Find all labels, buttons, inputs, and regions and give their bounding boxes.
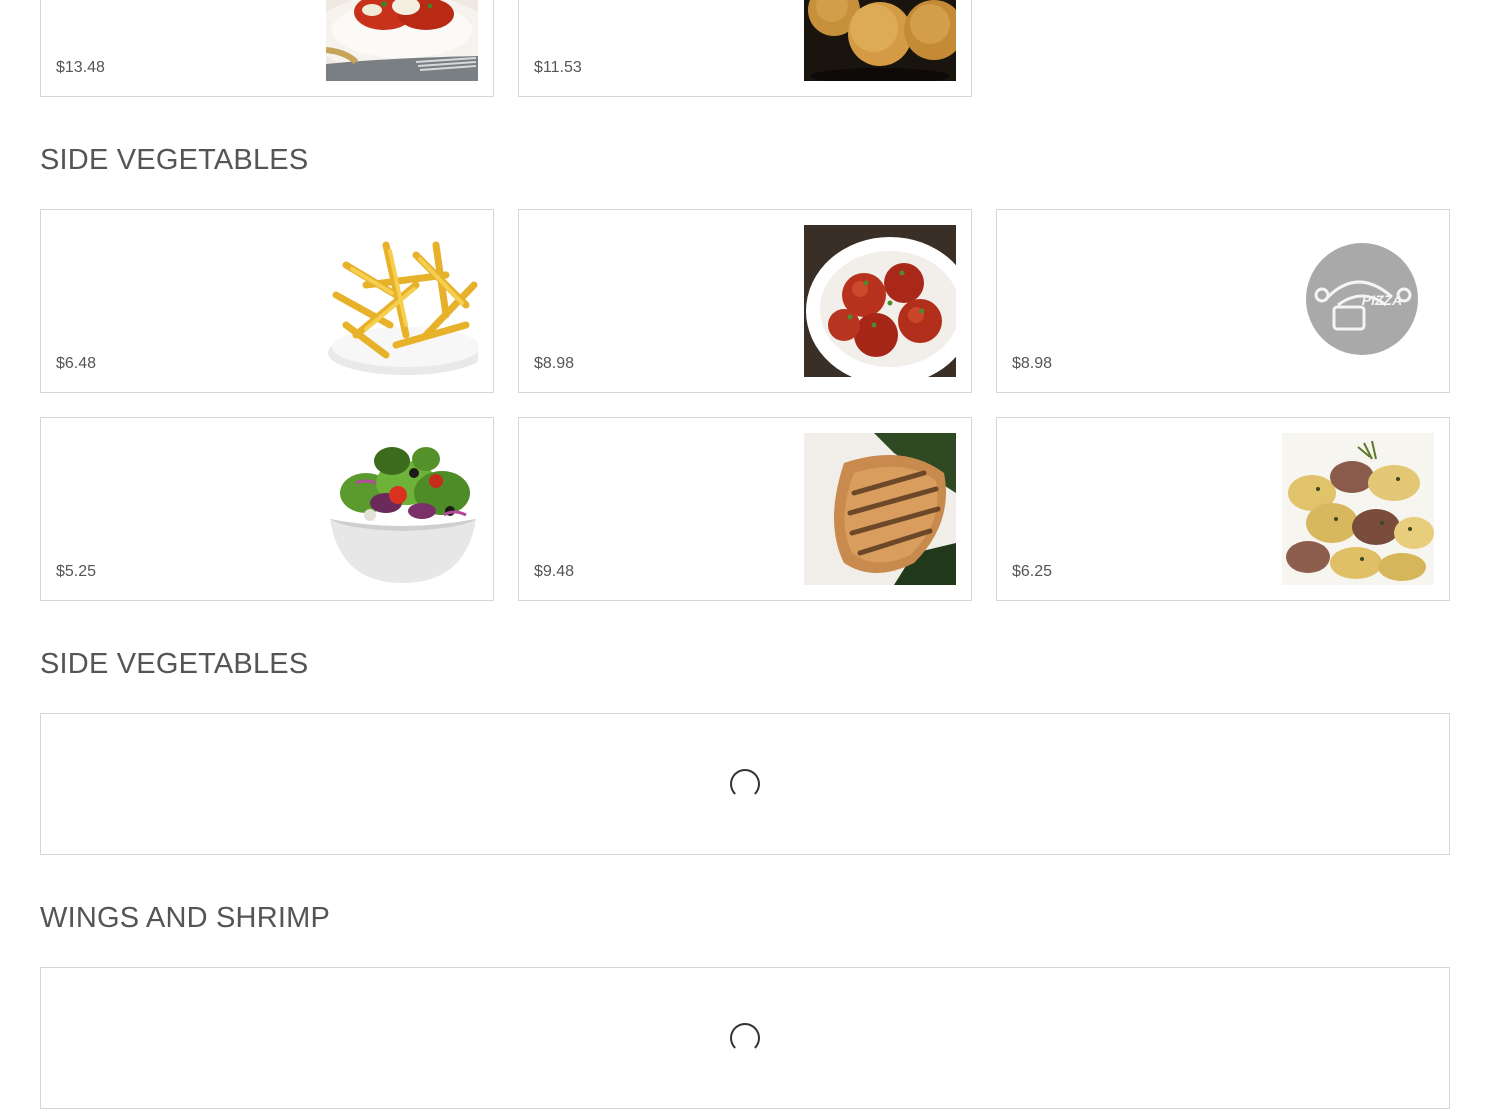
item-price: $5.25 bbox=[56, 563, 97, 580]
item-price: $9.48 bbox=[534, 563, 575, 580]
item-image-grilled-chicken bbox=[804, 433, 956, 585]
item-image-roasted-potatoes bbox=[1282, 433, 1434, 585]
item-price: $11.53 bbox=[534, 59, 582, 76]
item-image-rice-balls bbox=[804, 0, 956, 81]
section-loading-panel bbox=[40, 713, 1450, 855]
top-item-grid: $13.48 $11.53 bbox=[40, 0, 1450, 97]
menu-item-card[interactable]: $8.98 PIZZA bbox=[996, 209, 1450, 393]
side-vegetables-grid: $6.48 $8.98 $8.98 PIZZA $5.25 $9.48 $6.2… bbox=[40, 209, 1450, 601]
menu-page: $13.48 $11.53 SIDE VEGETABLES $6.48 $8.9… bbox=[0, 0, 1490, 1115]
section-loading-panel bbox=[40, 967, 1450, 1109]
item-price: $13.48 bbox=[56, 59, 105, 76]
item-image-garden-salad bbox=[326, 433, 478, 585]
item-price: $6.25 bbox=[1012, 563, 1053, 580]
menu-item-card[interactable]: $9.48 bbox=[518, 417, 972, 601]
section-title-wings-and-shrimp: WINGS AND SHRIMP bbox=[40, 902, 330, 934]
svg-text:PIZZA: PIZZA bbox=[1362, 292, 1402, 308]
loading-spinner-icon bbox=[730, 1023, 760, 1053]
loading-spinner-icon bbox=[730, 769, 760, 799]
menu-item-card[interactable]: $6.25 bbox=[996, 417, 1450, 601]
item-price: $8.98 bbox=[534, 355, 575, 372]
item-image-stuffed-pasta bbox=[326, 0, 478, 81]
menu-item-card[interactable]: $5.25 bbox=[40, 417, 494, 601]
menu-item-card[interactable]: $13.48 bbox=[40, 0, 494, 97]
item-price: $6.48 bbox=[56, 355, 97, 372]
item-price: $8.98 bbox=[1012, 355, 1053, 372]
item-image-meatballs bbox=[804, 225, 956, 377]
section-title-side-vegetables: SIDE VEGETABLES bbox=[40, 144, 309, 176]
section-title-side-vegetables-2: SIDE VEGETABLES bbox=[40, 648, 309, 680]
menu-item-card[interactable]: $8.98 bbox=[518, 209, 972, 393]
menu-item-card[interactable]: $6.48 bbox=[40, 209, 494, 393]
item-image-pizza-logo: PIZZA bbox=[1282, 225, 1434, 377]
menu-item-card[interactable]: $11.53 bbox=[518, 0, 972, 97]
item-image-french-fries bbox=[326, 225, 478, 377]
